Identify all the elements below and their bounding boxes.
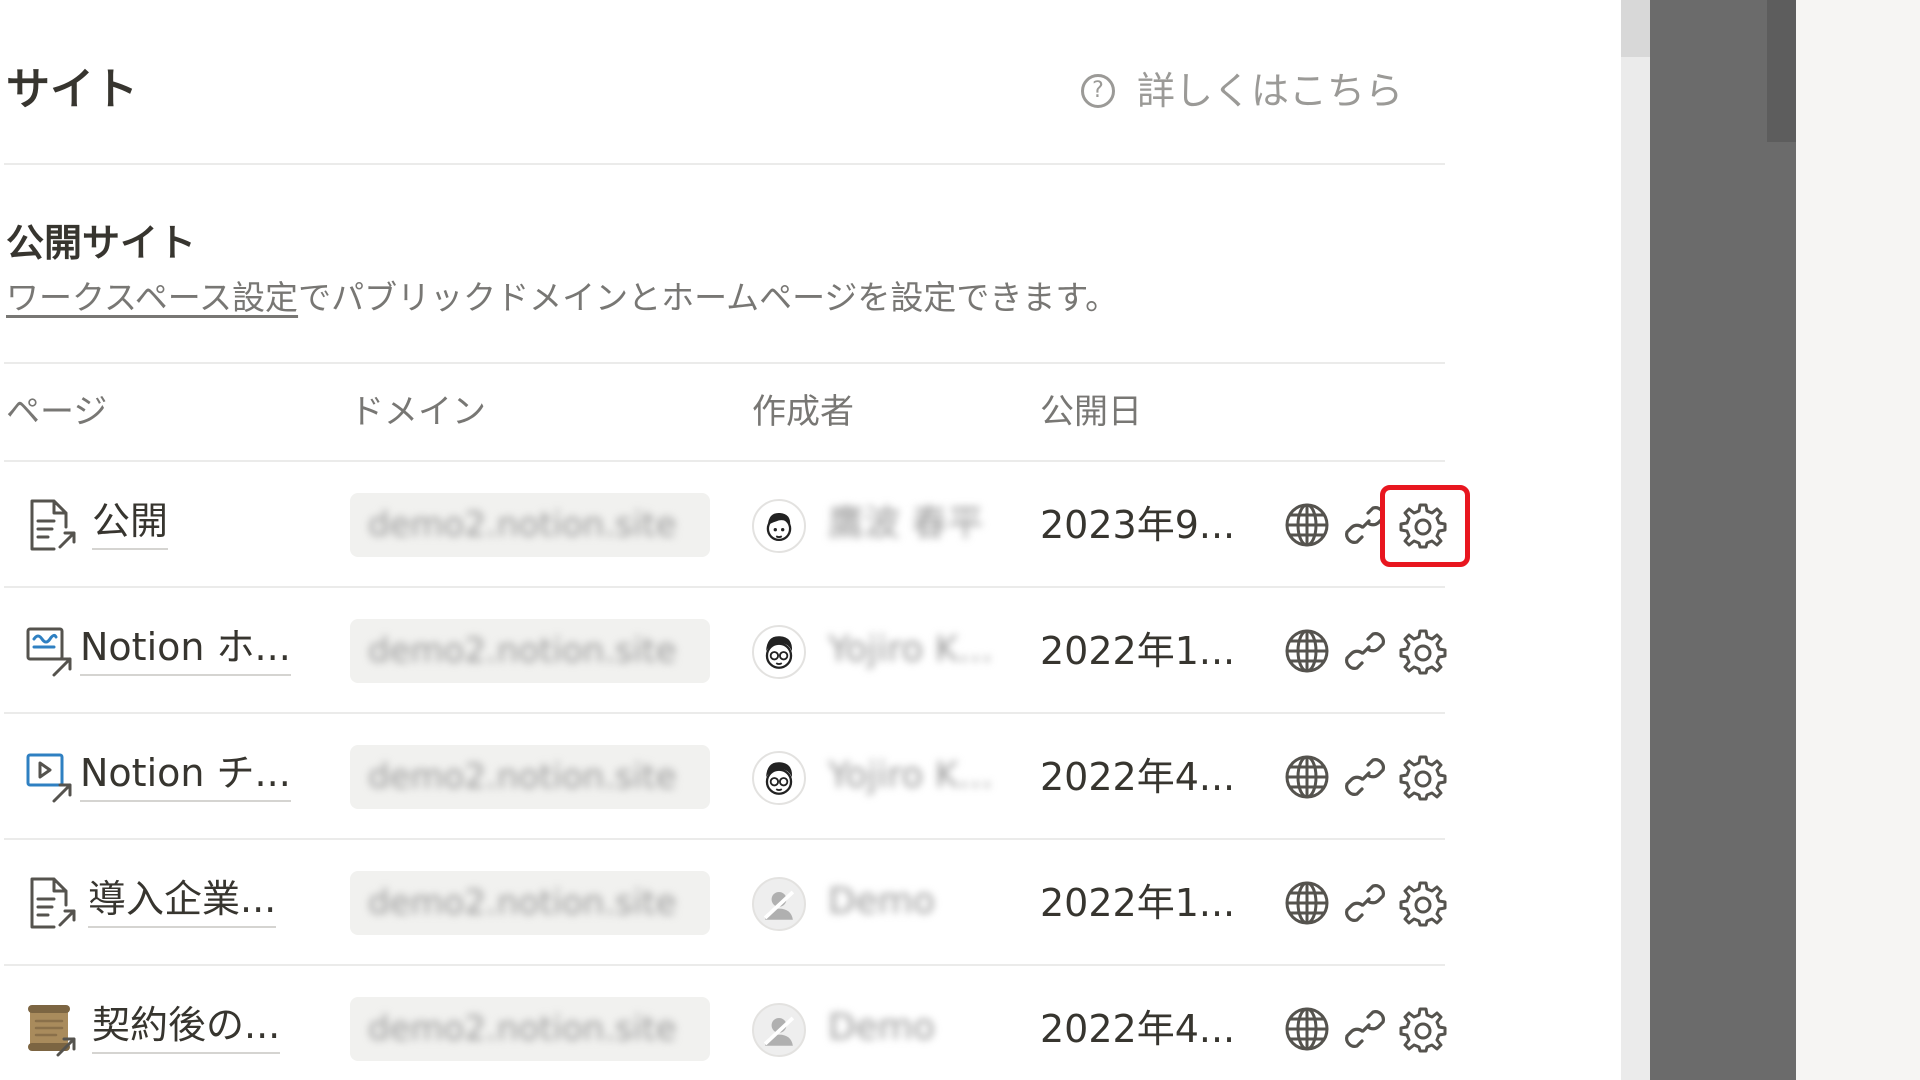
modal-backdrop <box>1650 0 1796 1080</box>
table-row: 公開 demo2.notion.site 鷹波 春平 2023年9... <box>0 462 1450 588</box>
scrollbar[interactable] <box>1621 0 1650 1080</box>
page-name-link[interactable]: 導入企業... <box>88 874 277 928</box>
learn-more-link[interactable]: ? 詳しくはこちら <box>1081 66 1403 116</box>
table-row: 契約後の... demo2.notion.site Demo 2022年4... <box>0 966 1450 1080</box>
link-icon[interactable] <box>1341 753 1389 801</box>
creator-name: Demo <box>828 1007 935 1048</box>
gear-icon[interactable] <box>1399 753 1447 801</box>
page-name-link[interactable]: 契約後の... <box>92 1000 281 1054</box>
creator-name: Yojiro K... <box>828 629 993 670</box>
domain-field[interactable]: demo2.notion.site <box>350 619 710 683</box>
creator-name: 鷹波 春平 <box>828 503 984 544</box>
table-row: Notion ホ... demo2.notion.site Yojiro K..… <box>0 588 1450 714</box>
avatar <box>752 499 806 553</box>
table-row: 導入企業... demo2.notion.site Demo 2022年1... <box>0 840 1450 966</box>
highlight-box <box>1380 485 1470 567</box>
drawing-page-link-icon <box>24 623 80 679</box>
domain-field[interactable]: demo2.notion.site <box>350 745 710 809</box>
link-icon[interactable] <box>1341 627 1389 675</box>
column-header-domain: ドメイン <box>350 392 486 432</box>
section-description: ワークスペース設定でパブリックドメインとホームページを設定できます。 <box>6 274 1118 322</box>
page-name-link[interactable]: Notion ホ... <box>80 622 291 676</box>
column-header-published: 公開日 <box>1040 392 1142 432</box>
backdrop-scrollbar-thumb <box>1767 0 1796 142</box>
globe-icon[interactable] <box>1283 879 1331 927</box>
help-icon: ? <box>1081 74 1115 108</box>
workspace-settings-link[interactable]: ワークスペース設定 <box>6 278 298 317</box>
published-date: 2022年1... <box>1040 881 1236 925</box>
gear-icon[interactable] <box>1399 1005 1447 1053</box>
avatar <box>752 625 806 679</box>
background-page <box>1796 0 1920 1080</box>
avatar <box>752 751 806 805</box>
creator-name: Demo <box>828 881 935 922</box>
page-name-link[interactable]: Notion チ... <box>80 748 291 802</box>
avatar <box>752 1003 806 1057</box>
domain-field[interactable]: demo2.notion.site <box>350 997 710 1061</box>
domain-text: demo2.notion.site <box>368 757 677 797</box>
domain-field[interactable]: demo2.notion.site <box>350 493 710 557</box>
published-date: 2022年4... <box>1040 1007 1236 1051</box>
published-date: 2023年9... <box>1040 503 1236 547</box>
domain-field[interactable]: demo2.notion.site <box>350 871 710 935</box>
video-page-link-icon <box>24 749 80 805</box>
globe-icon[interactable] <box>1283 1005 1331 1053</box>
page-link-icon <box>24 875 80 931</box>
published-date: 2022年1... <box>1040 629 1236 673</box>
table-row: Notion チ... demo2.notion.site Yojiro K..… <box>0 714 1450 840</box>
learn-more-label: 詳しくはこちら <box>1137 69 1404 113</box>
gear-icon[interactable] <box>1399 627 1447 675</box>
globe-icon[interactable] <box>1283 753 1331 801</box>
domain-text: demo2.notion.site <box>368 631 677 671</box>
section-title: 公開サイト <box>6 221 197 265</box>
link-icon[interactable] <box>1341 1005 1389 1053</box>
scroll-page-link-icon <box>24 1001 80 1057</box>
globe-icon[interactable] <box>1283 501 1331 549</box>
page-name-link[interactable]: 公開 <box>92 496 169 550</box>
sites-settings-panel: サイト ? 詳しくはこちら 公開サイト ワークスペース設定でパブリックドメインと… <box>0 0 1621 1080</box>
column-header-creator: 作成者 <box>752 392 854 432</box>
avatar <box>752 877 806 931</box>
column-header-page: ページ <box>6 392 108 432</box>
divider <box>4 163 1445 165</box>
page-link-icon <box>24 497 80 553</box>
link-icon[interactable] <box>1341 879 1389 927</box>
description-text: でパブリックドメインとホームページを設定できます。 <box>298 278 1119 317</box>
divider <box>4 362 1445 364</box>
globe-icon[interactable] <box>1283 627 1331 675</box>
scrollbar-thumb[interactable] <box>1621 0 1650 57</box>
domain-text: demo2.notion.site <box>368 1009 677 1049</box>
creator-name: Yojiro K... <box>828 755 993 796</box>
domain-text: demo2.notion.site <box>368 883 677 923</box>
gear-icon[interactable] <box>1399 879 1447 927</box>
published-date: 2022年4... <box>1040 755 1236 799</box>
domain-text: demo2.notion.site <box>368 505 677 545</box>
page-title: サイト <box>6 64 138 115</box>
